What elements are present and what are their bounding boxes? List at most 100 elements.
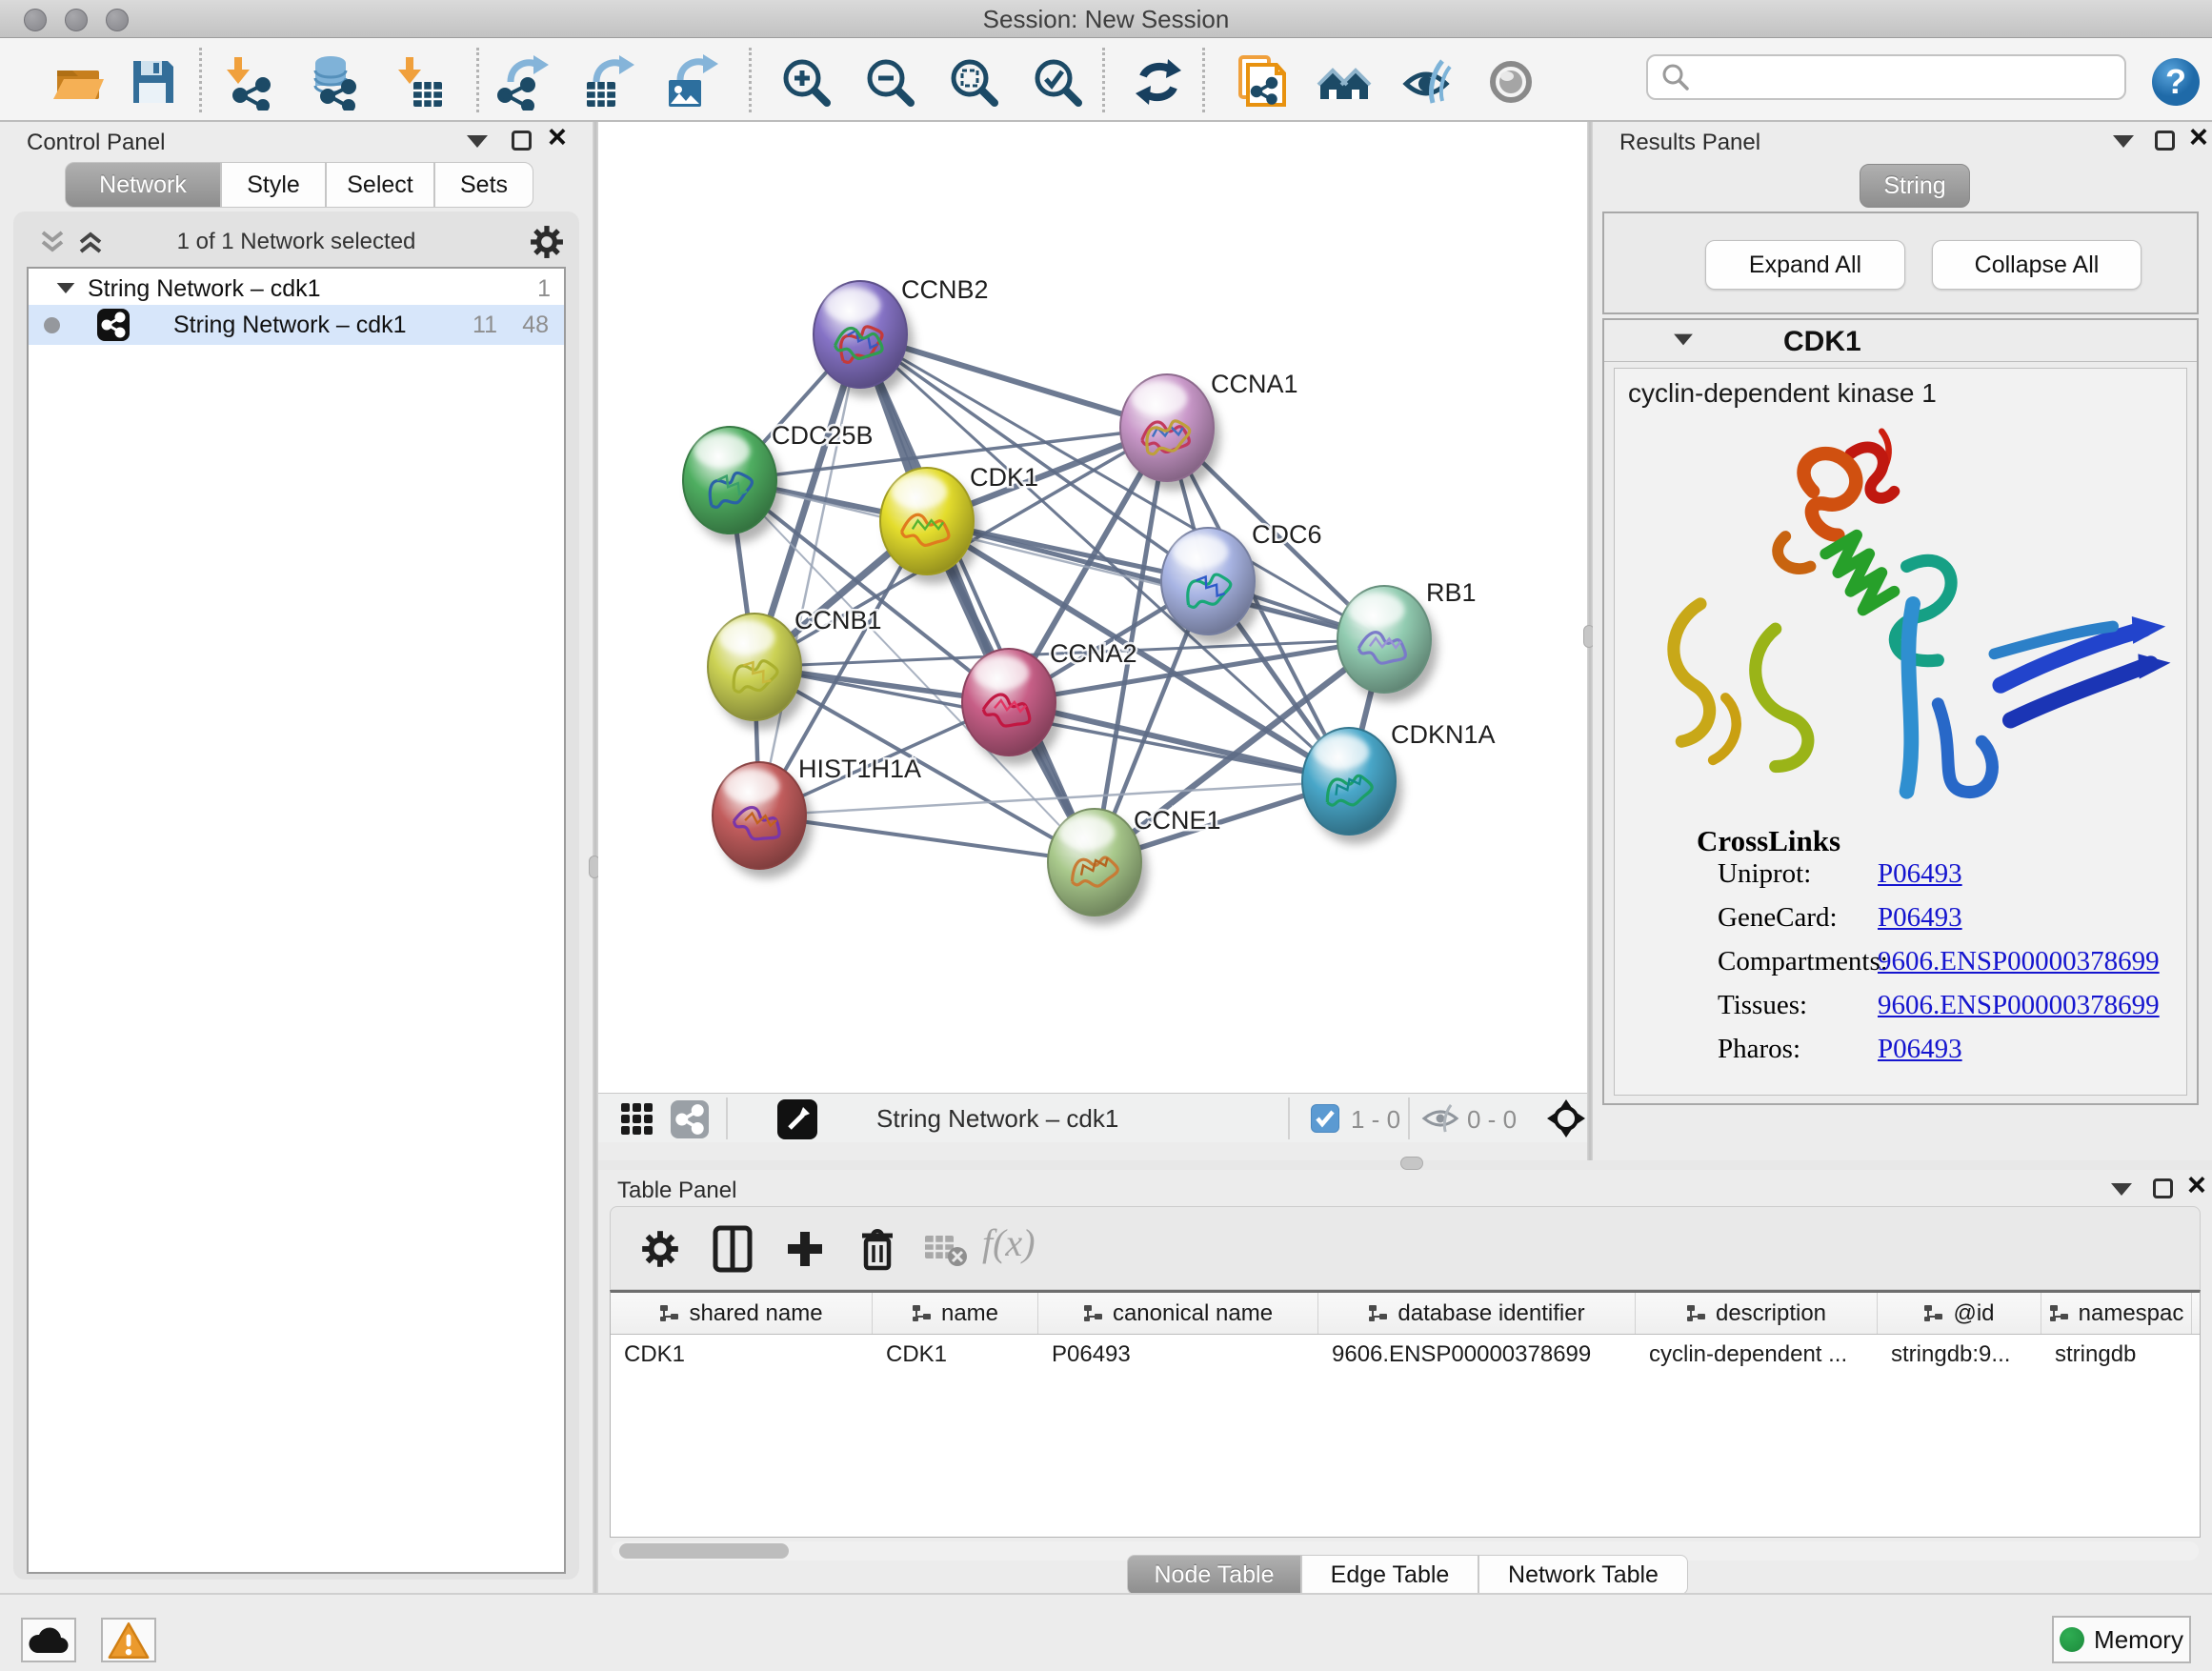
import-network-database-icon[interactable] [303, 51, 364, 112]
node-cdkn1a[interactable] [1302, 728, 1402, 844]
tab-sets[interactable]: Sets [434, 162, 533, 208]
table-panel: Table Panel × f(x) shared namenamecanoni… [598, 1170, 2212, 1593]
save-session-icon[interactable] [122, 51, 183, 112]
cloud-status-button[interactable] [21, 1618, 76, 1662]
network-tree-root-row[interactable]: String Network – cdk1 1 [29, 272, 564, 305]
help-icon[interactable]: ? [2145, 51, 2206, 112]
crosslink-label: Uniprot: [1718, 858, 1811, 890]
close-panel-icon[interactable]: × [548, 128, 567, 148]
zoom-fit-icon[interactable] [943, 51, 1004, 112]
tab-style[interactable]: Style [221, 162, 326, 208]
delete-column-trash-icon[interactable] [849, 1220, 906, 1278]
welcome-screen-icon[interactable] [1315, 51, 1376, 112]
node-rb1[interactable] [1337, 586, 1438, 702]
graphics-details-eye-icon[interactable] [1482, 51, 1543, 112]
collapse-panel-icon[interactable] [2111, 1183, 2132, 1196]
tab-edge-table[interactable]: Edge Table [1301, 1555, 1478, 1595]
entry-expander-icon[interactable] [1674, 334, 1693, 346]
hidden-items-eye-slash-icon[interactable] [1421, 1103, 1459, 1134]
close-window-button[interactable] [24, 9, 47, 31]
close-panel-icon[interactable]: × [2189, 128, 2208, 148]
import-network-file-icon[interactable] [217, 51, 278, 112]
column-header--id[interactable]: @id [1878, 1293, 2041, 1334]
table-cell[interactable]: cyclin-dependent ... [1636, 1335, 1878, 1375]
column-header-namespac[interactable]: namespac [2041, 1293, 2192, 1334]
zoom-in-icon[interactable] [775, 51, 836, 112]
crosslink-link[interactable]: 9606.ENSP00000378699 [1878, 990, 2160, 1021]
open-network-external-icon[interactable] [777, 1099, 817, 1139]
crosslink-link[interactable]: P06493 [1878, 858, 1962, 890]
entry-gene-name: CDK1 [1783, 326, 1861, 358]
float-panel-icon[interactable] [2153, 1178, 2173, 1198]
zoom-selected-icon[interactable] [1027, 51, 1088, 112]
table-row[interactable]: CDK1CDK1P064939606.ENSP00000378699cyclin… [611, 1335, 2200, 1375]
selected-nodes-checkbox[interactable] [1311, 1104, 1339, 1133]
table-options-gear-icon[interactable] [632, 1220, 689, 1278]
export-table-icon[interactable] [577, 51, 638, 112]
maximize-window-button[interactable] [106, 9, 129, 31]
collapse-panel-icon[interactable] [2113, 135, 2134, 148]
import-table-file-icon[interactable] [389, 51, 450, 112]
export-network-icon[interactable] [492, 51, 553, 112]
tab-string[interactable]: String [1860, 164, 1970, 208]
column-header-canonical-name[interactable]: canonical name [1038, 1293, 1318, 1334]
open-in-cytoscape-web-icon[interactable] [1231, 51, 1292, 112]
birds-eye-grid-icon[interactable] [619, 1101, 655, 1137]
tab-network-table[interactable]: Network Table [1478, 1555, 1688, 1595]
horizontal-splitter[interactable] [598, 1160, 2212, 1170]
scrollbar-thumb[interactable] [619, 1543, 789, 1559]
cdk1-entry-header[interactable]: CDK1 [1604, 320, 2197, 362]
table-cell[interactable]: CDK1 [873, 1335, 1038, 1375]
open-session-icon[interactable] [48, 51, 109, 112]
crosslink-link[interactable]: 9606.ENSP00000378699 [1878, 946, 2160, 977]
column-header-database-identifier[interactable]: database identifier [1318, 1293, 1636, 1334]
table-type-tabs: Node TableEdge TableNetwork Table [1127, 1555, 1688, 1595]
node-ccna2[interactable] [962, 649, 1062, 765]
network-options-gear-icon[interactable] [530, 225, 564, 259]
crosslink-link[interactable]: P06493 [1878, 1034, 1962, 1065]
tab-network[interactable]: Network [65, 162, 221, 208]
node-cdc6[interactable] [1161, 528, 1261, 644]
tree-expander-icon[interactable] [57, 283, 75, 293]
export-image-icon[interactable] [661, 51, 722, 112]
tab-select[interactable]: Select [326, 162, 434, 208]
table-header-row[interactable]: shared namenamecanonical namedatabase id… [611, 1293, 2200, 1335]
zoom-out-icon[interactable] [859, 51, 920, 112]
column-header-shared-name[interactable]: shared name [611, 1293, 873, 1334]
crosslink-link[interactable]: P06493 [1878, 902, 1962, 934]
float-panel-icon[interactable] [2155, 131, 2175, 151]
warnings-button[interactable] [101, 1618, 156, 1662]
string-style-icon[interactable] [671, 1100, 709, 1138]
refresh-view-icon[interactable] [1128, 51, 1189, 112]
collapse-all-button[interactable]: Collapse All [1932, 240, 2142, 290]
memory-button[interactable]: Memory [2052, 1616, 2191, 1663]
node-cdc25b[interactable] [683, 427, 783, 543]
table-cell[interactable]: CDK1 [611, 1335, 873, 1375]
table-panel-title: Table Panel [617, 1178, 736, 1204]
node-ccnb2[interactable] [814, 281, 914, 397]
table-cell[interactable]: stringdb:9... [1878, 1335, 2041, 1375]
table-cell[interactable]: stringdb [2041, 1335, 2192, 1375]
collapse-panel-icon[interactable] [467, 135, 488, 148]
column-header-description[interactable]: description [1636, 1293, 1878, 1334]
table-cell[interactable]: 9606.ENSP00000378699 [1318, 1335, 1636, 1375]
network-graph-canvas[interactable]: CCNB2CCNA1CDC25BCDK1CDC6RB1CCNB1CCNA2CDK… [598, 122, 1587, 1093]
node-ccna1[interactable] [1120, 374, 1220, 491]
results-panel-header: Results Panel × [1593, 122, 2212, 160]
network-tree-row-selected[interactable]: String Network – cdk1 11 48 [29, 305, 564, 345]
show-columns-icon[interactable] [704, 1220, 761, 1278]
edge-ccnb2-hist1h1a[interactable] [759, 334, 860, 815]
float-panel-icon[interactable] [512, 131, 532, 151]
fit-selected-crosshair-icon[interactable] [1547, 1099, 1585, 1137]
table-cell[interactable]: P06493 [1038, 1335, 1318, 1375]
node-cdk1[interactable] [880, 468, 980, 584]
hide-selected-eye-slash-icon[interactable] [1398, 51, 1459, 112]
create-column-plus-icon[interactable] [776, 1220, 834, 1278]
tab-node-table[interactable]: Node Table [1127, 1555, 1301, 1595]
column-header-name[interactable]: name [873, 1293, 1038, 1334]
splitter-grip[interactable] [1400, 1157, 1423, 1170]
search-input[interactable] [1698, 58, 2124, 96]
expand-all-button[interactable]: Expand All [1705, 240, 1905, 290]
close-panel-icon[interactable]: × [2187, 1176, 2206, 1196]
minimize-window-button[interactable] [65, 9, 88, 31]
